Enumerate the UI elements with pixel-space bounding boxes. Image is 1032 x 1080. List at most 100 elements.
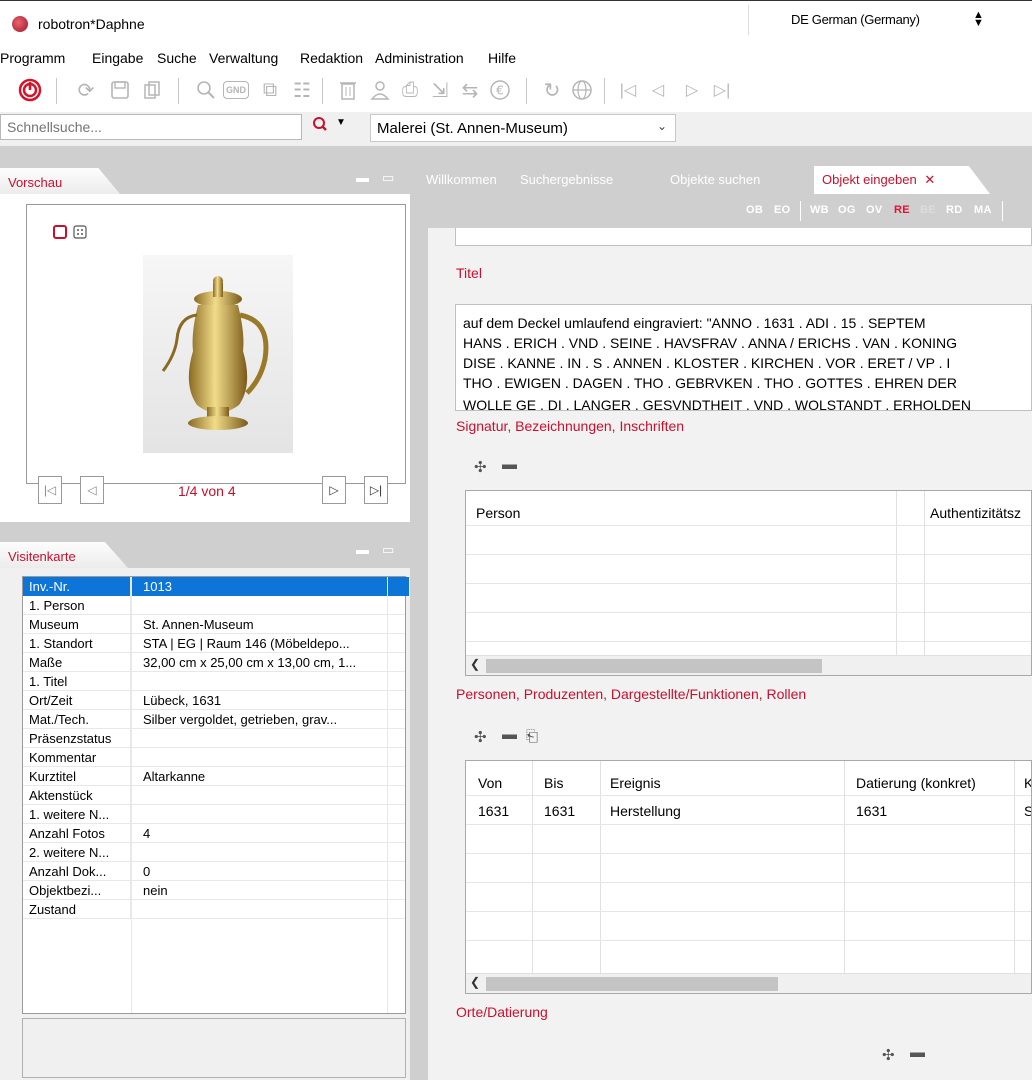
globe-icon[interactable] <box>570 78 594 102</box>
save-icon[interactable] <box>108 78 132 102</box>
print-icon[interactable]: ⎙ <box>398 78 422 102</box>
card-row[interactable]: Kurztitel Altarkanne <box>23 767 405 786</box>
card-row[interactable]: 1. Person <box>23 596 405 615</box>
column-header-ereignis[interactable]: Ereignis <box>610 775 661 791</box>
nav-ov[interactable]: OV <box>866 204 883 216</box>
nav-be[interactable]: BE <box>920 204 936 216</box>
menu-programm[interactable]: Programm <box>0 50 65 66</box>
nav-rd[interactable]: RD <box>946 204 963 216</box>
inscription-textarea[interactable]: auf dem Deckel umlaufend eingraviert: "A… <box>455 304 1032 411</box>
export-icon[interactable]: ⇲ <box>428 78 452 102</box>
maximize-icon[interactable]: ▭ <box>382 542 394 558</box>
card-row[interactable]: Museum St. Annen-Museum <box>23 615 405 634</box>
refresh-icon[interactable]: ⟳ <box>74 78 98 102</box>
tab-suchergebnisse[interactable]: Suchergebnisse <box>512 166 621 194</box>
card-panel-tab[interactable]: Visitenkarte <box>0 542 128 568</box>
scroll-left-icon[interactable]: ❮ <box>470 975 480 989</box>
column-header-datierung[interactable]: Datierung (konkret) <box>856 775 976 791</box>
menu-redaktion[interactable]: Redaktion <box>300 50 363 66</box>
card-row[interactable]: Objektbezi... nein <box>23 881 405 900</box>
menu-hilfe[interactable]: Hilfe <box>488 50 516 66</box>
last-image-button[interactable]: ▷| <box>364 476 388 504</box>
nav-og[interactable]: OG <box>838 204 856 216</box>
first-image-button[interactable]: |◁ <box>38 476 62 504</box>
card-row[interactable]: Zustand <box>23 900 405 919</box>
next-record-icon[interactable]: ▷ <box>680 78 704 102</box>
horizontal-scrollbar[interactable]: ❮ <box>466 973 1031 993</box>
card-row[interactable]: 1. Titel <box>23 672 405 691</box>
nav-ob[interactable]: OB <box>746 204 763 216</box>
magnifier-icon[interactable] <box>194 78 218 102</box>
delete-icon[interactable] <box>336 78 360 102</box>
card-row[interactable]: Aktenstück <box>23 786 405 805</box>
column-header-bis[interactable]: Bis <box>544 775 563 791</box>
object-thumbnail[interactable] <box>143 255 293 453</box>
tab-objekte-suchen[interactable]: Objekte suchen <box>662 166 768 194</box>
grid-view-icon[interactable] <box>73 225 87 239</box>
transfer-icon[interactable]: ⇆ <box>458 78 482 102</box>
column-header-klassifikation[interactable]: Kl <box>1024 775 1031 791</box>
remove-row-icon[interactable]: ▬ <box>910 1044 925 1061</box>
sync-icon[interactable]: ↻ <box>540 78 564 102</box>
card-row[interactable]: Anzahl Fotos 4 <box>23 824 405 843</box>
spinner-arrows-icon[interactable]: ▲ ▼ <box>973 10 984 29</box>
card-row[interactable]: Anzahl Dok... 0 <box>23 862 405 881</box>
card-row[interactable]: 1. weitere N... <box>23 805 405 824</box>
menu-verwaltung[interactable]: Verwaltung <box>209 50 278 66</box>
maximize-icon[interactable]: ▭ <box>382 170 394 186</box>
nav-ma[interactable]: MA <box>974 204 992 216</box>
tab-objekt-eingeben[interactable]: Objekt eingeben ✕ <box>814 166 990 194</box>
language-selector[interactable]: DE German (Germany) ▲ ▼ <box>748 5 988 35</box>
card-row[interactable]: Ort/Zeit Lübeck, 1631 <box>23 691 405 710</box>
remove-row-icon[interactable]: ▬ <box>502 456 517 473</box>
nav-eo[interactable]: EO <box>774 204 791 216</box>
copy-icon[interactable] <box>140 78 164 102</box>
list-edit-icon[interactable]: ☷ <box>290 78 314 102</box>
field-above-title[interactable] <box>455 228 1032 246</box>
column-header-authentizitaet[interactable]: Authentizitätsz <box>930 505 1021 521</box>
remove-row-icon[interactable]: ▬ <box>502 726 517 743</box>
menu-suche[interactable]: Suche <box>157 50 197 66</box>
previous-image-button[interactable]: ◁ <box>80 476 104 504</box>
first-record-icon[interactable]: |◁ <box>616 78 640 102</box>
minimize-icon[interactable]: ▬ <box>356 170 369 185</box>
card-row[interactable]: Inv.-Nr. 1013 <box>23 577 409 596</box>
quick-search-input[interactable] <box>0 114 302 140</box>
window-search-icon[interactable]: ⧉ <box>258 78 282 102</box>
minimize-icon[interactable]: ▬ <box>356 542 369 557</box>
add-row-icon[interactable]: ✣ <box>882 1046 895 1064</box>
close-icon[interactable]: ✕ <box>924 172 935 187</box>
horizontal-scrollbar[interactable]: ❮ <box>466 655 1031 675</box>
add-row-icon[interactable]: ✣ <box>474 728 487 746</box>
card-row[interactable]: Maße 32,00 cm x 25,00 cm x 13,00 cm, 1... <box>23 653 405 672</box>
gnd-icon[interactable]: GND <box>222 78 250 102</box>
single-view-icon[interactable] <box>53 225 67 239</box>
nav-wb[interactable]: WB <box>810 204 829 216</box>
next-image-button[interactable]: ▷ <box>322 476 346 504</box>
card-row[interactable]: 1. Standort STA | EG | Raum 146 (Möbeldep… <box>23 634 405 653</box>
preview-panel-tab[interactable]: Vorschau <box>0 168 120 194</box>
card-row[interactable]: Kommentar <box>23 748 405 767</box>
person-icon[interactable] <box>368 78 392 102</box>
search-dropdown-button[interactable]: ▼ <box>312 116 360 138</box>
scroll-left-icon[interactable]: ❮ <box>470 657 480 671</box>
card-row[interactable]: Präsenzstatus <box>23 729 405 748</box>
scrollbar-thumb[interactable] <box>486 977 778 991</box>
menu-administration[interactable]: Administration <box>375 50 464 66</box>
power-icon[interactable] <box>18 78 42 102</box>
panel-splitter[interactable] <box>410 146 418 1080</box>
book-icon[interactable]: ⎗ <box>526 728 538 745</box>
card-row[interactable]: 2. weitere N... <box>23 843 405 862</box>
column-header-von[interactable]: Von <box>478 775 502 791</box>
last-record-icon[interactable]: ▷| <box>710 78 734 102</box>
previous-record-icon[interactable]: ◁ <box>646 78 670 102</box>
tab-willkommen[interactable]: Willkommen <box>418 166 505 194</box>
euro-icon[interactable]: € <box>488 78 512 102</box>
nav-re[interactable]: RE <box>894 204 910 216</box>
scrollbar-thumb[interactable] <box>486 659 822 673</box>
database-select[interactable]: Malerei (St. Annen-Museum) ⌄ <box>370 114 676 142</box>
menu-eingabe[interactable]: Eingabe <box>92 50 143 66</box>
card-row[interactable]: Mat./Tech. Silber vergoldet, getrieben, g… <box>23 710 405 729</box>
column-header-person[interactable]: Person <box>476 505 520 521</box>
add-row-icon[interactable]: ✣ <box>474 458 487 476</box>
